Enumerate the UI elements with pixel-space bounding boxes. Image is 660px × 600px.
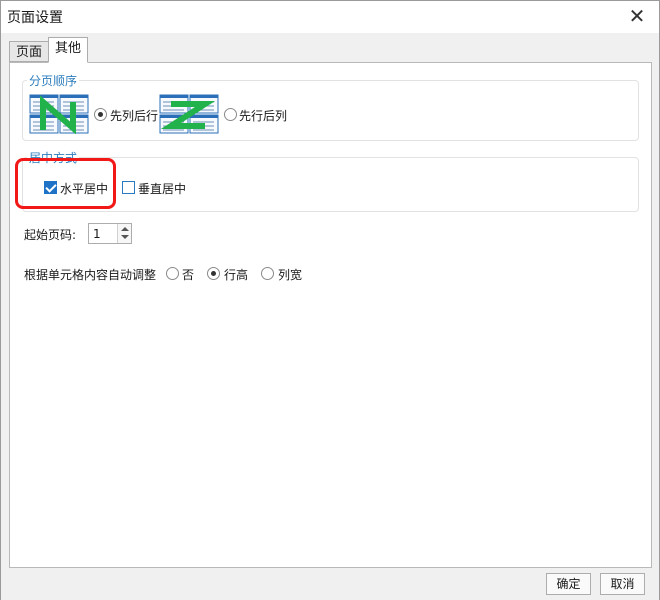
radio-column-first-label: 先列后行 bbox=[110, 109, 159, 123]
radio-adjust-none-label: 否 bbox=[182, 268, 195, 282]
z-order-icon bbox=[159, 94, 219, 134]
radio-adjust-column-width[interactable] bbox=[261, 267, 274, 280]
title-bar: 页面设置 ✕ bbox=[1, 1, 659, 33]
page-order-label: 分页顺序 bbox=[27, 72, 80, 89]
arrow-up-icon[interactable] bbox=[121, 227, 129, 231]
checkbox-vertical-center[interactable] bbox=[122, 181, 135, 194]
dialog-footer: 确定 取消 bbox=[1, 568, 659, 600]
radio-row-first-label: 先行后列 bbox=[239, 109, 288, 123]
close-icon[interactable]: ✕ bbox=[627, 6, 647, 26]
start-page-value[interactable]: 1 bbox=[93, 227, 101, 241]
tab-panel-other: 分页顺序 先列后行 先行后列 居中方式 水平居中 垂直居中 起始页码: 根据单元… bbox=[9, 62, 652, 568]
tab-other[interactable]: 其他 bbox=[48, 37, 89, 63]
radio-adjust-row-height[interactable] bbox=[207, 267, 220, 280]
radio-adjust-none[interactable] bbox=[166, 267, 179, 280]
ok-button[interactable]: 确定 bbox=[546, 573, 591, 595]
tab-page[interactable]: 页面 bbox=[9, 41, 50, 62]
arrow-down-icon[interactable] bbox=[121, 235, 129, 239]
dialog-title: 页面设置 bbox=[7, 10, 63, 26]
checkbox-vertical-center-label: 垂直居中 bbox=[138, 182, 187, 196]
spin-arrows[interactable] bbox=[117, 224, 131, 243]
radio-adjust-row-height-label: 行高 bbox=[224, 268, 249, 282]
radio-adjust-column-width-label: 列宽 bbox=[278, 268, 303, 282]
auto-adjust-label: 根据单元格内容自动调整 bbox=[24, 268, 157, 282]
start-page-spinbox[interactable]: 1 bbox=[88, 223, 132, 244]
cancel-button[interactable]: 取消 bbox=[600, 573, 645, 595]
highlight-box bbox=[15, 158, 116, 209]
start-page-label: 起始页码: bbox=[24, 228, 77, 242]
page-setup-dialog: 页面设置 ✕ 页面 其他 分页顺序 先列后行 先行后列 居中方式 水平居中 垂直… bbox=[0, 0, 660, 600]
radio-column-first[interactable] bbox=[94, 108, 107, 121]
n-order-icon bbox=[29, 94, 89, 134]
radio-row-first[interactable] bbox=[224, 108, 237, 121]
